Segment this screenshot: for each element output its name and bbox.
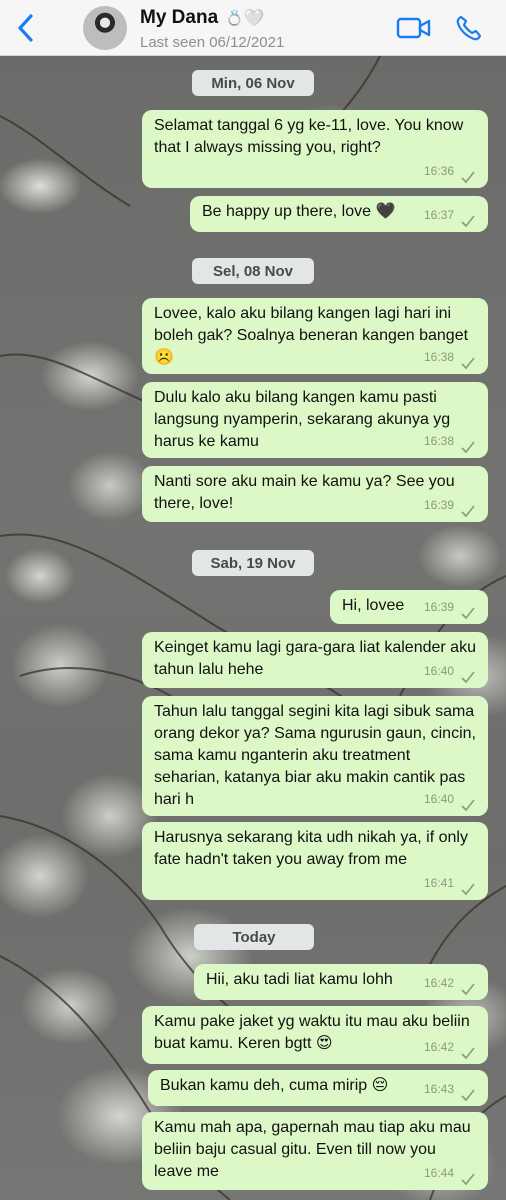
message-time: 16:44 <box>423 1166 454 1180</box>
sent-check-icon <box>461 215 475 228</box>
message-text: Harusnya sekarang kita udh nikah ya, if … <box>154 829 468 868</box>
chevron-left-icon[interactable] <box>14 12 38 44</box>
sent-check-icon <box>461 441 475 454</box>
message-bubble[interactable]: Hii, aku tadi liat kamu lohh 16:42 <box>194 964 488 1000</box>
message-time: 16:40 <box>423 664 454 678</box>
date-separator: Sab, 19 Nov <box>192 550 314 576</box>
sent-check-icon <box>461 171 475 184</box>
message-bubble[interactable]: Be happy up there, love 🖤 16:37 <box>190 196 488 232</box>
message-bubble[interactable]: Selamat tanggal 6 yg ke-11, love. You kn… <box>142 110 488 188</box>
message-bubble[interactable]: Tahun lalu tanggal segini kita lagi sibu… <box>142 696 488 816</box>
message-bubble[interactable]: Bukan kamu deh, cuma mirip 😔 16:43 <box>148 1070 488 1106</box>
message-bubble[interactable]: Hi, lovee 16:39 <box>330 590 488 624</box>
date-separator: Min, 06 Nov <box>192 70 314 96</box>
date-label: Min, 06 Nov <box>211 74 295 92</box>
phone-icon[interactable] <box>455 14 483 42</box>
white-heart-emoji-icon: 🤍 <box>244 10 265 27</box>
sent-check-icon <box>461 1047 475 1060</box>
sent-check-icon <box>461 1089 475 1102</box>
video-call-icon[interactable] <box>396 16 432 40</box>
message-time: 16:43 <box>423 1082 454 1096</box>
sent-check-icon <box>461 607 475 620</box>
message-time: 16:38 <box>423 434 454 448</box>
ring-emoji-icon: 💍 <box>225 10 245 27</box>
last-seen-status: Last seen 06/12/2021 <box>140 34 285 51</box>
message-text: Hi, lovee <box>342 597 405 614</box>
message-time: 16:41 <box>423 876 454 890</box>
contact-name-text: My Dana <box>140 7 219 28</box>
message-time: 16:40 <box>423 792 454 806</box>
date-label: Sab, 19 Nov <box>210 554 296 572</box>
message-bubble[interactable]: Kamu pake jaket yg waktu itu mau aku bel… <box>142 1006 488 1064</box>
message-time: 16:37 <box>423 208 454 222</box>
message-time: 16:42 <box>423 976 454 990</box>
date-label: Today <box>232 928 276 946</box>
message-bubble[interactable]: Nanti sore aku main ke kamu ya? See you … <box>142 466 488 522</box>
message-list[interactable]: Min, 06 Nov Selamat tanggal 6 yg ke-11, … <box>0 56 506 1200</box>
message-text: Selamat tanggal 6 yg ke-11, love. You kn… <box>154 117 464 156</box>
message-bubble[interactable]: Lovee, kalo aku bilang kangen lagi hari … <box>142 298 488 374</box>
message-time: 16:42 <box>423 1040 454 1054</box>
sent-check-icon <box>461 1173 475 1186</box>
message-bubble[interactable]: Keinget kamu lagi gara-gara liat kalende… <box>142 632 488 688</box>
sent-check-icon <box>461 883 475 896</box>
avatar[interactable] <box>83 6 127 50</box>
sent-check-icon <box>461 671 475 684</box>
message-bubble[interactable]: Dulu kalo aku bilang kangen kamu pasti l… <box>142 382 488 458</box>
chat-header: My Dana 💍🤍 Last seen 06/12/2021 <box>0 0 506 56</box>
contact-name[interactable]: My Dana 💍🤍 <box>140 7 264 29</box>
sent-check-icon <box>461 983 475 996</box>
message-time: 16:39 <box>423 498 454 512</box>
message-time: 16:36 <box>423 164 454 178</box>
sent-check-icon <box>461 357 475 370</box>
sent-check-icon <box>461 505 475 518</box>
message-bubble[interactable]: Harusnya sekarang kita udh nikah ya, if … <box>142 822 488 900</box>
date-separator: Today <box>194 924 314 950</box>
date-separator: Sel, 08 Nov <box>192 258 314 284</box>
sent-check-icon <box>461 799 475 812</box>
message-time: 16:38 <box>423 350 454 364</box>
message-time: 16:39 <box>423 600 454 614</box>
message-bubble[interactable]: Kamu mah apa, gapernah mau tiap aku mau … <box>142 1112 488 1190</box>
date-label: Sel, 08 Nov <box>212 262 294 280</box>
